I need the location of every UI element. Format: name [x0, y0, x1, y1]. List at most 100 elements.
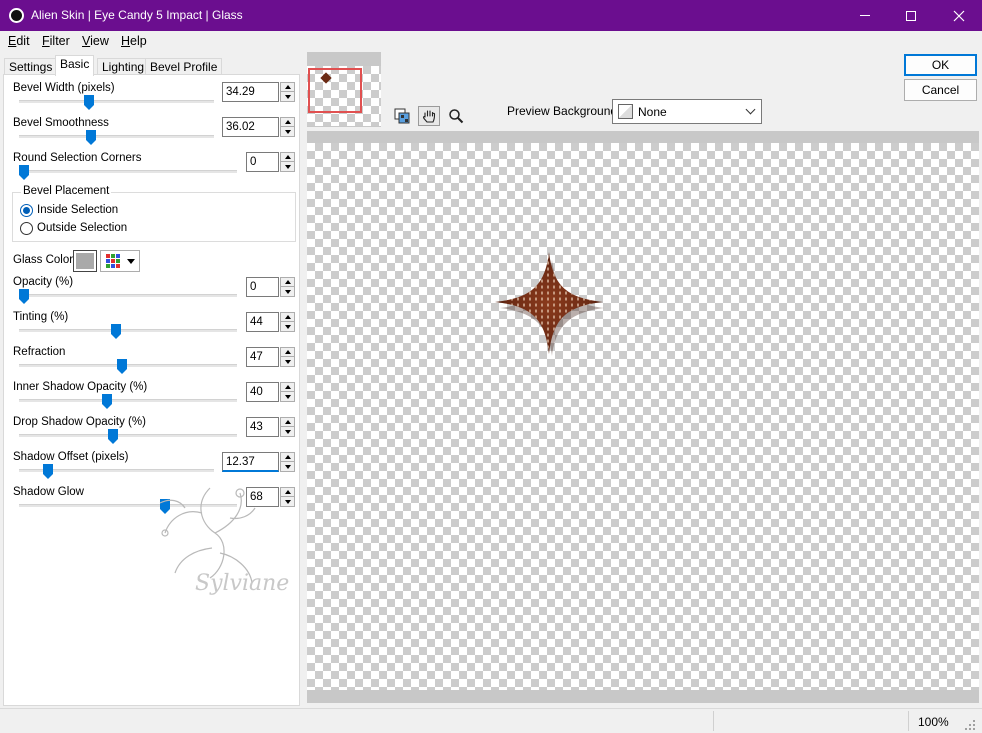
- tinting-slider[interactable]: [110, 324, 121, 339]
- spin-down-icon[interactable]: [281, 127, 294, 136]
- spin-down-icon[interactable]: [281, 162, 294, 171]
- opacity-input[interactable]: 0: [246, 277, 279, 297]
- status-divider: [908, 711, 909, 731]
- spin-down-icon[interactable]: [281, 287, 294, 296]
- resize-grip-icon[interactable]: [962, 717, 976, 731]
- maximize-icon: [906, 10, 916, 21]
- spin-down-icon[interactable]: [281, 392, 294, 401]
- bevel-width-label: Bevel Width (pixels): [13, 82, 115, 94]
- round-corners-slider[interactable]: [19, 165, 29, 180]
- spin-up-icon[interactable]: [281, 348, 294, 357]
- preview-toggle-icon: [394, 108, 410, 124]
- bevel-smoothness-slider[interactable]: [85, 130, 96, 145]
- hand-icon: [423, 110, 436, 123]
- bevel-smoothness-spinner[interactable]: [280, 117, 295, 137]
- refraction-slider[interactable]: [116, 359, 127, 374]
- bevel-smoothness-input[interactable]: 36.02: [222, 117, 279, 137]
- ok-button[interactable]: OK: [904, 54, 977, 76]
- inside-selection-radio[interactable]: [20, 204, 33, 217]
- round-corners-input[interactable]: 0: [246, 152, 279, 172]
- glass-color-label: Glass Color: [13, 254, 74, 266]
- opacity-spinner[interactable]: [280, 277, 295, 297]
- basic-tab-content: Bevel Width (pixels) 34.29 Bevel Smoothn…: [3, 74, 300, 706]
- tinting-input[interactable]: 44: [246, 312, 279, 332]
- round-corners-spinner[interactable]: [280, 152, 295, 172]
- menu-edit[interactable]: Edit: [8, 34, 30, 48]
- window-title: Alien Skin | Eye Candy 5 Impact | Glass: [31, 8, 243, 22]
- tinting-spinner[interactable]: [280, 312, 295, 332]
- tab-strip: Settings Basic Lighting Bevel Profile: [4, 55, 302, 76]
- spin-down-icon[interactable]: [281, 322, 294, 331]
- bevel-width-input[interactable]: 34.29: [222, 82, 279, 102]
- shadow-glow-label: Shadow Glow: [13, 486, 84, 498]
- tinting-track[interactable]: [19, 329, 237, 332]
- navigator-panel[interactable]: [307, 52, 381, 127]
- inner-shadow-slider[interactable]: [102, 394, 113, 409]
- menu-help[interactable]: Help: [121, 34, 147, 48]
- zoom-tool-button[interactable]: [445, 106, 467, 126]
- shadow-offset-input[interactable]: 12.37: [222, 452, 279, 472]
- inside-selection-label[interactable]: Inside Selection: [37, 204, 118, 216]
- preview-area: [307, 131, 979, 703]
- spin-down-icon[interactable]: [281, 357, 294, 366]
- spin-down-icon[interactable]: [281, 92, 294, 101]
- inner-shadow-spinner[interactable]: [280, 382, 295, 402]
- spin-up-icon[interactable]: [281, 313, 294, 322]
- drop-shadow-spinner[interactable]: [280, 417, 295, 437]
- inner-shadow-track[interactable]: [19, 399, 237, 402]
- cancel-button[interactable]: Cancel: [904, 79, 977, 101]
- bevel-width-slider[interactable]: [83, 95, 94, 110]
- zoom-level: 100%: [918, 715, 949, 729]
- shadow-offset-spinner[interactable]: [280, 452, 295, 472]
- bevel-width-spinner[interactable]: [280, 82, 295, 102]
- tab-basic[interactable]: Basic: [55, 55, 95, 76]
- spin-up-icon[interactable]: [281, 278, 294, 287]
- spin-up-icon[interactable]: [281, 418, 294, 427]
- spin-down-icon[interactable]: [281, 462, 294, 471]
- watermark-logo: Sylviane: [159, 487, 289, 596]
- background-none-icon: [618, 104, 633, 119]
- title-bar: Alien Skin | Eye Candy 5 Impact | Glass: [0, 0, 982, 31]
- bevel-smoothness-track[interactable]: [19, 135, 214, 138]
- drop-shadow-slider[interactable]: [108, 429, 119, 444]
- navigator-viewport[interactable]: [308, 68, 362, 113]
- glass-star-shape: [495, 252, 604, 356]
- outside-selection-label[interactable]: Outside Selection: [37, 222, 127, 234]
- hand-tool-button[interactable]: [418, 106, 440, 126]
- close-button[interactable]: [936, 0, 982, 31]
- refraction-spinner[interactable]: [280, 347, 295, 367]
- tinting-label: Tinting (%): [13, 311, 69, 323]
- outside-selection-radio[interactable]: [20, 222, 33, 235]
- bevel-placement-group: Bevel Placement Inside Selection Outside…: [12, 185, 296, 242]
- spin-up-icon[interactable]: [281, 118, 294, 127]
- minimize-button[interactable]: [842, 0, 888, 31]
- preview-background-select[interactable]: None: [612, 99, 762, 124]
- menu-view[interactable]: View: [82, 34, 109, 48]
- shadow-offset-slider[interactable]: [43, 464, 54, 479]
- color-palette-button[interactable]: [100, 250, 140, 272]
- inner-shadow-input[interactable]: 40: [246, 382, 279, 402]
- drop-shadow-input[interactable]: 43: [246, 417, 279, 437]
- minimize-icon: [860, 15, 870, 16]
- opacity-label: Opacity (%): [13, 276, 74, 288]
- bevel-width-track[interactable]: [19, 100, 214, 103]
- spin-up-icon[interactable]: [281, 453, 294, 462]
- preview-canvas[interactable]: [307, 143, 979, 690]
- chevron-down-icon: [127, 259, 135, 264]
- glass-color-swatch[interactable]: [73, 250, 97, 272]
- preview-toggle-button[interactable]: [391, 106, 413, 126]
- drop-shadow-track[interactable]: [19, 434, 237, 437]
- menu-help-rest: elp: [130, 34, 147, 48]
- spin-up-icon[interactable]: [281, 383, 294, 392]
- spin-up-icon[interactable]: [281, 83, 294, 92]
- refraction-track[interactable]: [19, 364, 237, 367]
- spin-up-icon[interactable]: [281, 153, 294, 162]
- spin-down-icon[interactable]: [281, 427, 294, 436]
- maximize-button[interactable]: [888, 0, 934, 31]
- menu-filter[interactable]: Filter: [42, 34, 70, 48]
- opacity-slider[interactable]: [19, 289, 29, 304]
- opacity-track[interactable]: [19, 294, 237, 297]
- menu-filter-rest: ilter: [49, 34, 70, 48]
- refraction-input[interactable]: 47: [246, 347, 279, 367]
- round-corners-track[interactable]: [19, 170, 237, 173]
